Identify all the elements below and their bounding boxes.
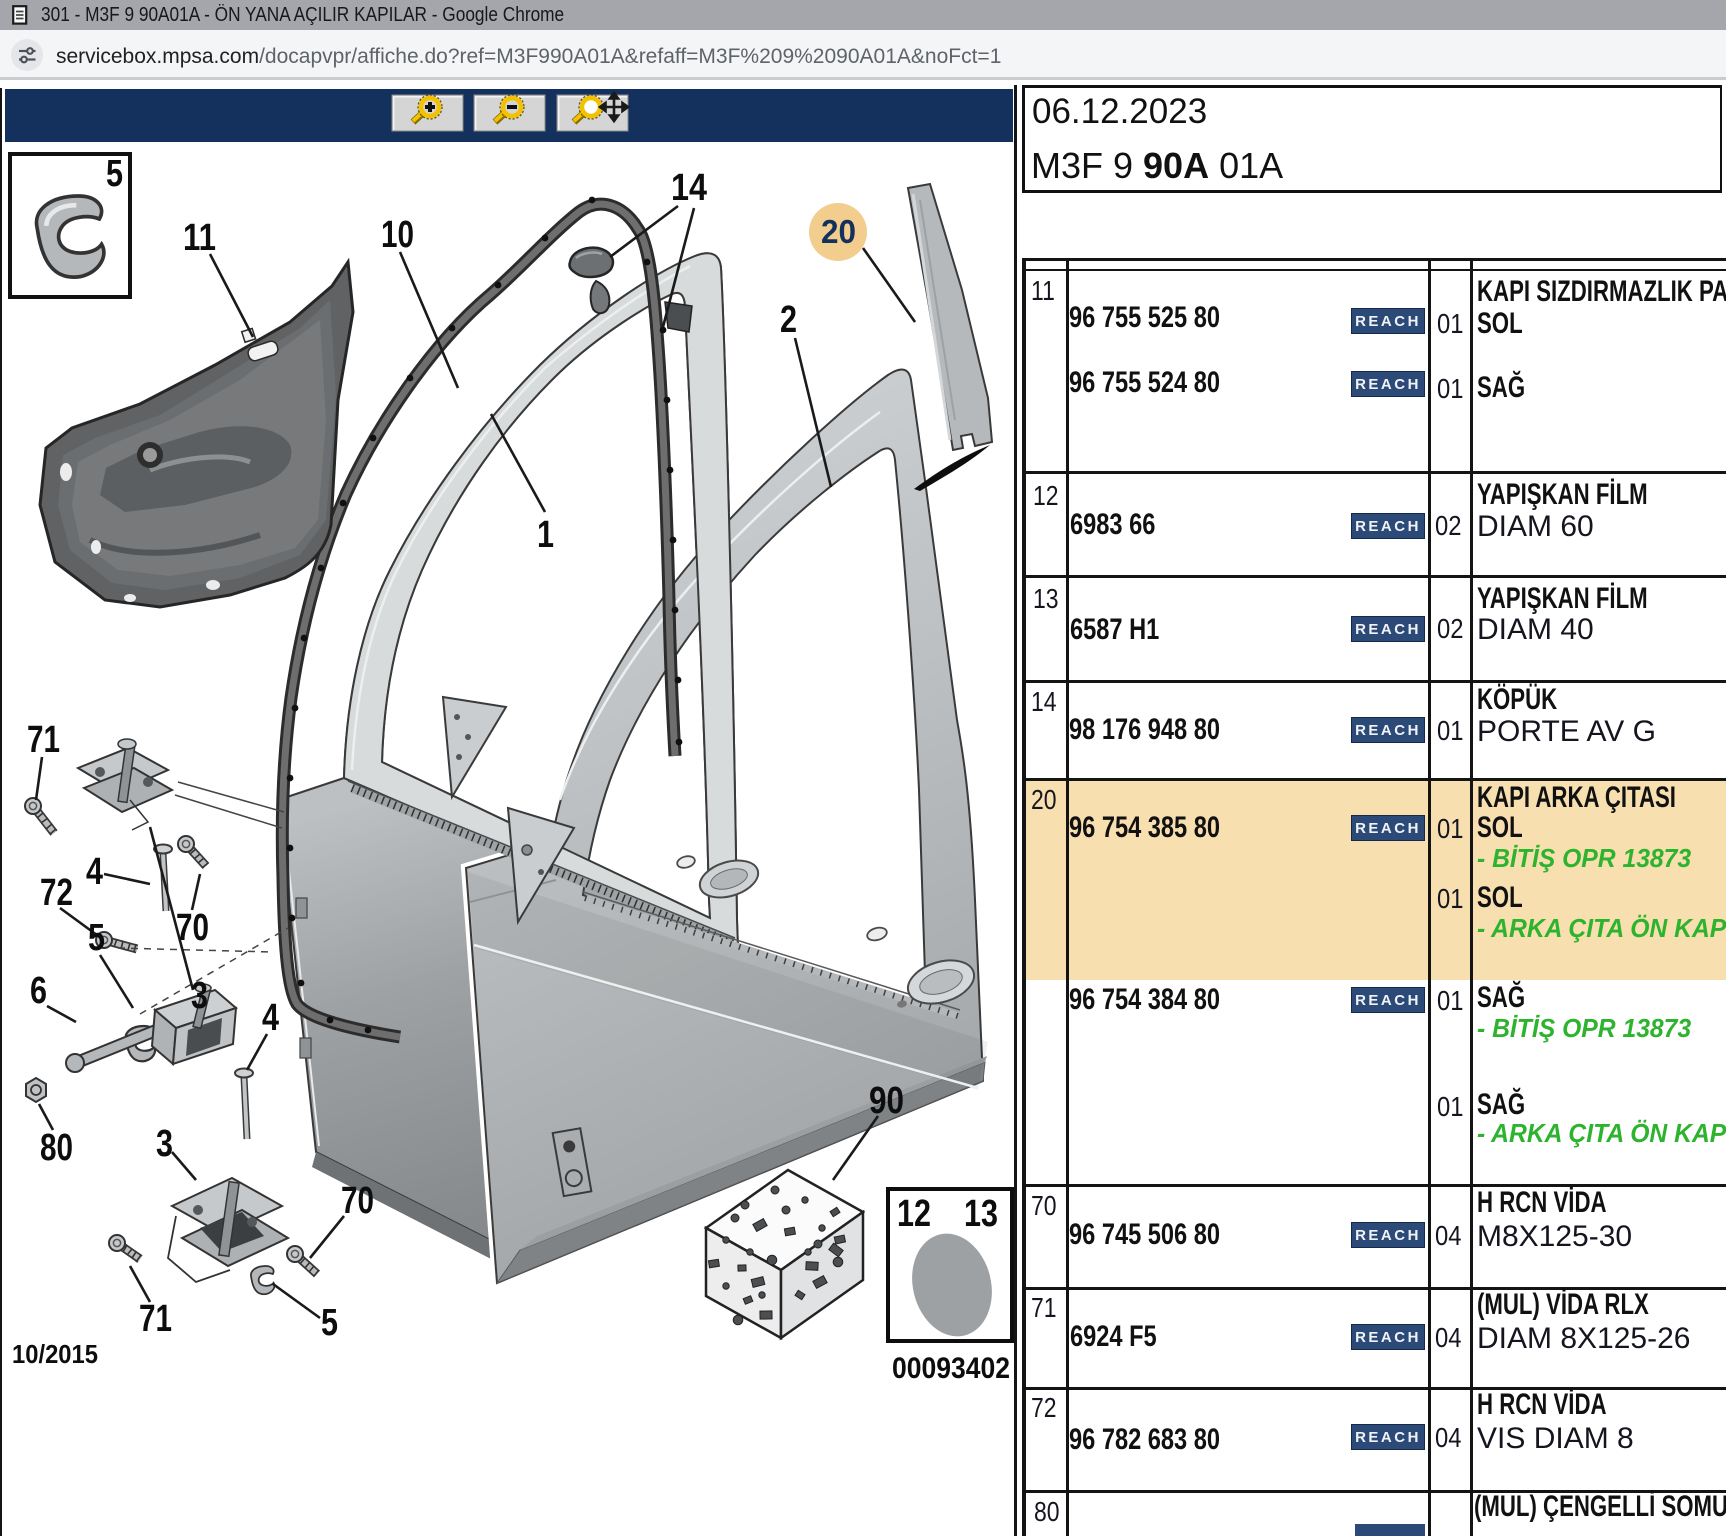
svg-text:20: 20 bbox=[821, 213, 856, 250]
svg-text:6: 6 bbox=[30, 970, 47, 1012]
svg-text:1: 1 bbox=[537, 514, 554, 556]
svg-text:90: 90 bbox=[869, 1080, 904, 1122]
svg-text:4: 4 bbox=[262, 997, 279, 1039]
svg-text:4: 4 bbox=[86, 851, 103, 893]
svg-text:5: 5 bbox=[88, 917, 105, 959]
svg-text:70: 70 bbox=[176, 907, 209, 949]
svg-text:72: 72 bbox=[40, 872, 73, 914]
svg-text:5: 5 bbox=[106, 153, 123, 195]
svg-text:00093402: 00093402 bbox=[892, 1352, 1010, 1385]
svg-text:12: 12 bbox=[897, 1193, 931, 1235]
svg-text:13: 13 bbox=[964, 1193, 998, 1235]
svg-text:14: 14 bbox=[671, 167, 707, 209]
svg-text:11: 11 bbox=[183, 217, 216, 259]
svg-text:71: 71 bbox=[27, 719, 60, 761]
svg-text:10/2015: 10/2015 bbox=[12, 1339, 98, 1369]
svg-text:5: 5 bbox=[321, 1302, 338, 1344]
svg-text:80: 80 bbox=[40, 1127, 73, 1169]
svg-text:3: 3 bbox=[191, 975, 208, 1017]
svg-text:3: 3 bbox=[156, 1123, 173, 1165]
svg-text:71: 71 bbox=[139, 1298, 172, 1340]
svg-text:2: 2 bbox=[780, 299, 797, 341]
svg-text:70: 70 bbox=[341, 1180, 374, 1222]
svg-text:10: 10 bbox=[381, 214, 414, 256]
